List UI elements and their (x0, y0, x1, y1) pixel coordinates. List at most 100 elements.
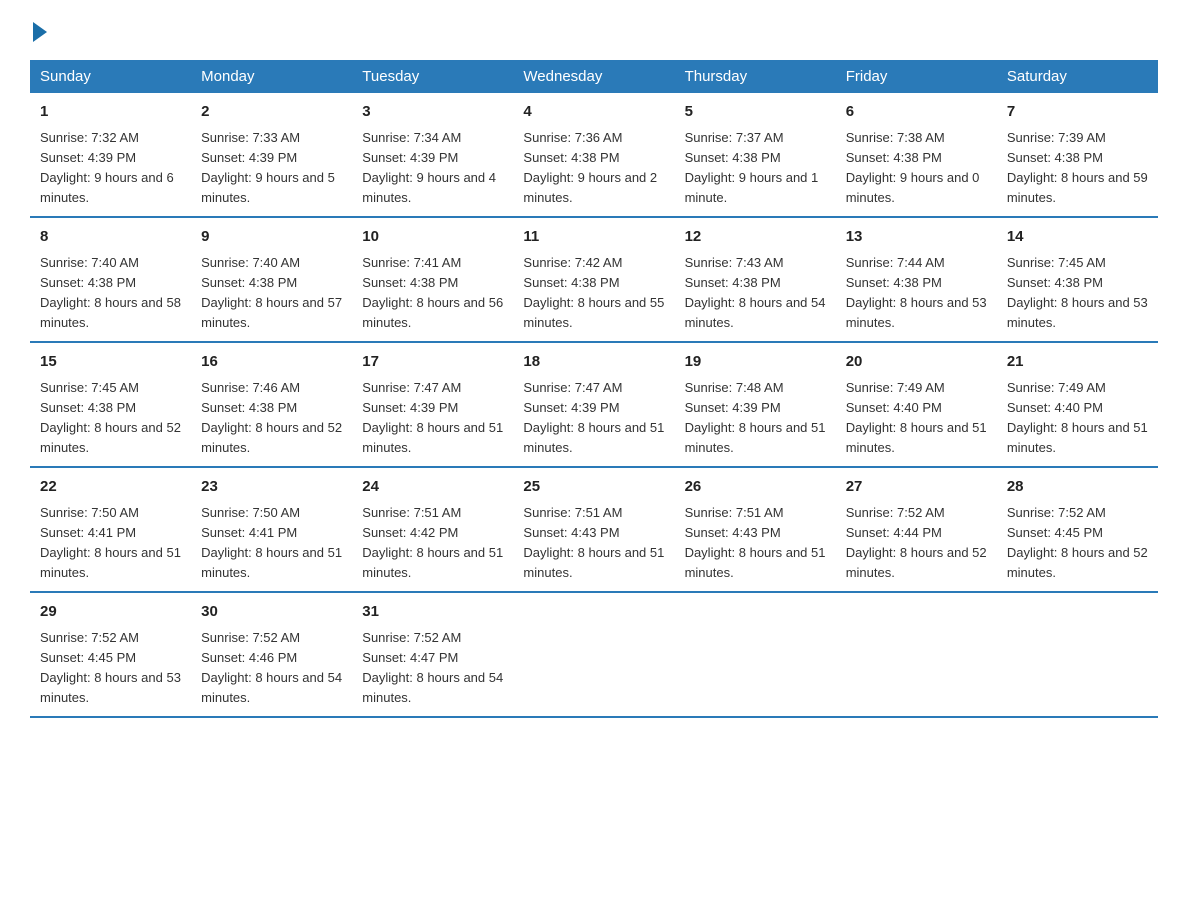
day-info: Sunrise: 7:43 AMSunset: 4:38 PMDaylight:… (685, 255, 826, 330)
day-number: 3 (362, 101, 503, 124)
day-number: 16 (201, 351, 342, 374)
calendar-table: SundayMondayTuesdayWednesdayThursdayFrid… (30, 60, 1158, 718)
calendar-cell (836, 592, 997, 717)
day-number: 23 (201, 476, 342, 499)
day-number: 24 (362, 476, 503, 499)
header-monday: Monday (191, 60, 352, 93)
header-saturday: Saturday (997, 60, 1158, 93)
day-number: 2 (201, 101, 342, 124)
header-tuesday: Tuesday (352, 60, 513, 93)
calendar-cell: 16 Sunrise: 7:46 AMSunset: 4:38 PMDaylig… (191, 342, 352, 467)
day-info: Sunrise: 7:42 AMSunset: 4:38 PMDaylight:… (523, 255, 664, 330)
day-info: Sunrise: 7:52 AMSunset: 4:47 PMDaylight:… (362, 630, 503, 705)
day-info: Sunrise: 7:39 AMSunset: 4:38 PMDaylight:… (1007, 130, 1148, 205)
calendar-cell: 1 Sunrise: 7:32 AMSunset: 4:39 PMDayligh… (30, 93, 191, 217)
logo-arrow-icon (33, 22, 47, 42)
day-info: Sunrise: 7:45 AMSunset: 4:38 PMDaylight:… (1007, 255, 1148, 330)
calendar-week-row: 15 Sunrise: 7:45 AMSunset: 4:38 PMDaylig… (30, 342, 1158, 467)
day-number: 28 (1007, 476, 1148, 499)
day-number: 9 (201, 226, 342, 249)
day-info: Sunrise: 7:46 AMSunset: 4:38 PMDaylight:… (201, 380, 342, 455)
calendar-cell: 10 Sunrise: 7:41 AMSunset: 4:38 PMDaylig… (352, 217, 513, 342)
day-info: Sunrise: 7:34 AMSunset: 4:39 PMDaylight:… (362, 130, 496, 205)
day-info: Sunrise: 7:49 AMSunset: 4:40 PMDaylight:… (1007, 380, 1148, 455)
day-info: Sunrise: 7:50 AMSunset: 4:41 PMDaylight:… (201, 505, 342, 580)
day-number: 1 (40, 101, 181, 124)
calendar-cell: 5 Sunrise: 7:37 AMSunset: 4:38 PMDayligh… (675, 93, 836, 217)
day-info: Sunrise: 7:52 AMSunset: 4:46 PMDaylight:… (201, 630, 342, 705)
calendar-cell: 13 Sunrise: 7:44 AMSunset: 4:38 PMDaylig… (836, 217, 997, 342)
calendar-week-row: 29 Sunrise: 7:52 AMSunset: 4:45 PMDaylig… (30, 592, 1158, 717)
calendar-cell: 14 Sunrise: 7:45 AMSunset: 4:38 PMDaylig… (997, 217, 1158, 342)
calendar-week-row: 1 Sunrise: 7:32 AMSunset: 4:39 PMDayligh… (30, 93, 1158, 217)
calendar-cell: 23 Sunrise: 7:50 AMSunset: 4:41 PMDaylig… (191, 467, 352, 592)
day-number: 27 (846, 476, 987, 499)
calendar-cell: 26 Sunrise: 7:51 AMSunset: 4:43 PMDaylig… (675, 467, 836, 592)
day-number: 25 (523, 476, 664, 499)
day-info: Sunrise: 7:45 AMSunset: 4:38 PMDaylight:… (40, 380, 181, 455)
day-number: 21 (1007, 351, 1148, 374)
calendar-header-row: SundayMondayTuesdayWednesdayThursdayFrid… (30, 60, 1158, 93)
day-info: Sunrise: 7:44 AMSunset: 4:38 PMDaylight:… (846, 255, 987, 330)
calendar-cell: 6 Sunrise: 7:38 AMSunset: 4:38 PMDayligh… (836, 93, 997, 217)
day-number: 11 (523, 226, 664, 249)
day-info: Sunrise: 7:36 AMSunset: 4:38 PMDaylight:… (523, 130, 657, 205)
day-info: Sunrise: 7:32 AMSunset: 4:39 PMDaylight:… (40, 130, 174, 205)
calendar-cell (513, 592, 674, 717)
day-number: 19 (685, 351, 826, 374)
calendar-cell: 27 Sunrise: 7:52 AMSunset: 4:44 PMDaylig… (836, 467, 997, 592)
calendar-cell: 11 Sunrise: 7:42 AMSunset: 4:38 PMDaylig… (513, 217, 674, 342)
day-number: 26 (685, 476, 826, 499)
calendar-week-row: 8 Sunrise: 7:40 AMSunset: 4:38 PMDayligh… (30, 217, 1158, 342)
day-number: 14 (1007, 226, 1148, 249)
day-number: 18 (523, 351, 664, 374)
calendar-cell: 9 Sunrise: 7:40 AMSunset: 4:38 PMDayligh… (191, 217, 352, 342)
day-number: 5 (685, 101, 826, 124)
day-info: Sunrise: 7:37 AMSunset: 4:38 PMDaylight:… (685, 130, 819, 205)
day-number: 20 (846, 351, 987, 374)
day-number: 10 (362, 226, 503, 249)
day-number: 12 (685, 226, 826, 249)
day-info: Sunrise: 7:52 AMSunset: 4:45 PMDaylight:… (1007, 505, 1148, 580)
day-info: Sunrise: 7:51 AMSunset: 4:42 PMDaylight:… (362, 505, 503, 580)
calendar-cell: 17 Sunrise: 7:47 AMSunset: 4:39 PMDaylig… (352, 342, 513, 467)
day-info: Sunrise: 7:48 AMSunset: 4:39 PMDaylight:… (685, 380, 826, 455)
day-info: Sunrise: 7:51 AMSunset: 4:43 PMDaylight:… (685, 505, 826, 580)
day-info: Sunrise: 7:40 AMSunset: 4:38 PMDaylight:… (201, 255, 342, 330)
calendar-cell: 21 Sunrise: 7:49 AMSunset: 4:40 PMDaylig… (997, 342, 1158, 467)
calendar-cell: 31 Sunrise: 7:52 AMSunset: 4:47 PMDaylig… (352, 592, 513, 717)
day-info: Sunrise: 7:38 AMSunset: 4:38 PMDaylight:… (846, 130, 980, 205)
day-info: Sunrise: 7:41 AMSunset: 4:38 PMDaylight:… (362, 255, 503, 330)
day-info: Sunrise: 7:51 AMSunset: 4:43 PMDaylight:… (523, 505, 664, 580)
calendar-cell: 29 Sunrise: 7:52 AMSunset: 4:45 PMDaylig… (30, 592, 191, 717)
logo (30, 20, 47, 42)
day-number: 22 (40, 476, 181, 499)
day-number: 7 (1007, 101, 1148, 124)
day-info: Sunrise: 7:50 AMSunset: 4:41 PMDaylight:… (40, 505, 181, 580)
day-number: 30 (201, 601, 342, 624)
calendar-cell: 20 Sunrise: 7:49 AMSunset: 4:40 PMDaylig… (836, 342, 997, 467)
day-info: Sunrise: 7:33 AMSunset: 4:39 PMDaylight:… (201, 130, 335, 205)
day-number: 31 (362, 601, 503, 624)
calendar-cell: 30 Sunrise: 7:52 AMSunset: 4:46 PMDaylig… (191, 592, 352, 717)
calendar-cell (675, 592, 836, 717)
header-friday: Friday (836, 60, 997, 93)
day-number: 13 (846, 226, 987, 249)
day-number: 29 (40, 601, 181, 624)
calendar-cell: 12 Sunrise: 7:43 AMSunset: 4:38 PMDaylig… (675, 217, 836, 342)
header-thursday: Thursday (675, 60, 836, 93)
calendar-cell: 8 Sunrise: 7:40 AMSunset: 4:38 PMDayligh… (30, 217, 191, 342)
calendar-cell: 15 Sunrise: 7:45 AMSunset: 4:38 PMDaylig… (30, 342, 191, 467)
calendar-cell: 22 Sunrise: 7:50 AMSunset: 4:41 PMDaylig… (30, 467, 191, 592)
calendar-cell: 28 Sunrise: 7:52 AMSunset: 4:45 PMDaylig… (997, 467, 1158, 592)
calendar-cell: 3 Sunrise: 7:34 AMSunset: 4:39 PMDayligh… (352, 93, 513, 217)
header-wednesday: Wednesday (513, 60, 674, 93)
day-number: 15 (40, 351, 181, 374)
day-info: Sunrise: 7:40 AMSunset: 4:38 PMDaylight:… (40, 255, 181, 330)
calendar-cell: 25 Sunrise: 7:51 AMSunset: 4:43 PMDaylig… (513, 467, 674, 592)
page-header (30, 20, 1158, 42)
day-info: Sunrise: 7:52 AMSunset: 4:44 PMDaylight:… (846, 505, 987, 580)
calendar-cell (997, 592, 1158, 717)
calendar-cell: 18 Sunrise: 7:47 AMSunset: 4:39 PMDaylig… (513, 342, 674, 467)
calendar-cell: 2 Sunrise: 7:33 AMSunset: 4:39 PMDayligh… (191, 93, 352, 217)
